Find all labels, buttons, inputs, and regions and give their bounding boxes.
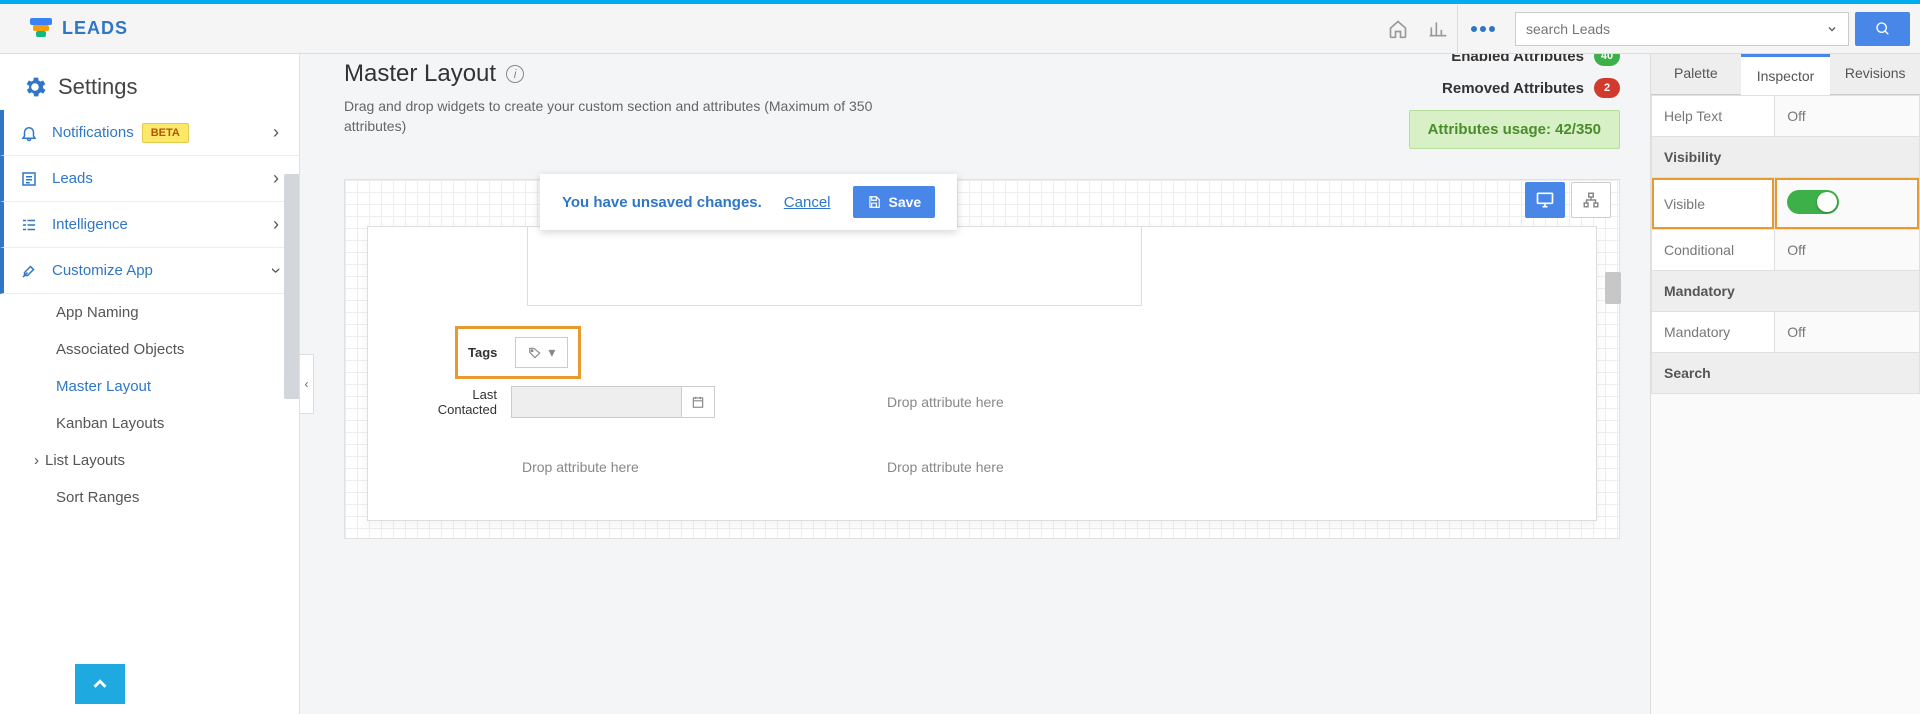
chevron-right-icon: › — [273, 122, 279, 143]
funnel-logo-icon — [30, 18, 52, 40]
form-icon — [20, 170, 38, 188]
calendar-icon — [691, 395, 705, 409]
prop-row-help-text: Help Text Off — [1652, 96, 1920, 137]
tab-palette[interactable]: Palette — [1651, 54, 1741, 95]
bell-icon — [20, 124, 38, 142]
more-menu-icon[interactable] — [1457, 5, 1507, 53]
chevron-right-icon: › — [273, 168, 279, 189]
removed-count-badge: 2 — [1594, 78, 1620, 98]
caret-down-icon: ▾ — [548, 344, 555, 361]
tags-dropdown[interactable]: ▾ — [515, 337, 568, 368]
prop-row-visible[interactable]: Visible — [1652, 178, 1920, 230]
save-button[interactable]: Save — [853, 186, 936, 218]
sidebar-item-label: Intelligence — [52, 216, 128, 233]
sidebar-item-customize-app[interactable]: Customize App › — [0, 248, 299, 294]
app-title: LEADS — [62, 18, 128, 39]
content-area: Master Layout i Drag and drop widgets to… — [314, 54, 1650, 714]
enabled-attributes-row: Enabled Attributes 40 — [1409, 54, 1620, 66]
drop-zone[interactable]: Drop attribute here — [522, 459, 639, 475]
settings-title: Settings — [58, 74, 138, 100]
unsaved-toolbar: You have unsaved changes. Cancel Save — [540, 174, 957, 230]
last-contacted-label: Last Contacted — [413, 387, 497, 417]
sitemap-icon — [1582, 191, 1600, 209]
info-icon[interactable]: i — [506, 65, 524, 83]
visible-toggle[interactable] — [1787, 190, 1839, 214]
prop-row-conditional: Conditional Off — [1652, 230, 1920, 271]
canvas-block[interactable] — [527, 226, 1142, 306]
search-button[interactable] — [1855, 12, 1910, 46]
sidebar-collapse-handle[interactable]: ‹ — [300, 354, 314, 414]
last-contacted-attribute[interactable]: Last Contacted — [413, 386, 715, 418]
home-icon[interactable] — [1377, 5, 1417, 53]
tab-revisions[interactable]: Revisions — [1830, 54, 1920, 95]
page-description: Drag and drop widgets to create your cus… — [344, 96, 874, 137]
list-icon — [20, 216, 38, 234]
sidebar-sub-associated-objects[interactable]: Associated Objects — [0, 331, 299, 368]
tags-attribute[interactable]: Tags ▾ — [455, 326, 581, 379]
sidebar-sub-sort-ranges[interactable]: Sort Ranges — [0, 479, 299, 516]
sidebar: Settings Notifications BETA › Leads › In… — [0, 54, 300, 714]
settings-header: Settings — [0, 64, 299, 110]
inner-canvas[interactable]: Tags ▾ Last Contacted Drop attribute her… — [367, 226, 1597, 521]
sidebar-item-label: Customize App — [52, 262, 153, 279]
monitor-icon — [1535, 190, 1555, 210]
right-panel: Palette Inspector Revisions Help Text Of… — [1650, 54, 1920, 714]
tools-icon — [20, 262, 38, 280]
prop-section-visibility: Visibility — [1652, 137, 1920, 178]
prop-section-mandatory: Mandatory — [1652, 271, 1920, 312]
beta-badge: BETA — [142, 123, 189, 143]
sidebar-item-label: Notifications — [52, 124, 134, 141]
drop-zone[interactable]: Drop attribute here — [887, 394, 1004, 410]
sidebar-item-intelligence[interactable]: Intelligence › — [0, 202, 299, 248]
prop-row-mandatory: Mandatory Off — [1652, 312, 1920, 353]
gear-icon — [22, 74, 48, 100]
page-title: Master Layout — [344, 60, 496, 88]
scroll-up-button[interactable] — [75, 664, 125, 704]
sidebar-sub-app-naming[interactable]: App Naming — [0, 294, 299, 331]
sidebar-sub-master-layout[interactable]: Master Layout — [0, 368, 299, 405]
tree-view-button[interactable] — [1571, 182, 1611, 218]
sidebar-sub-kanban-layouts[interactable]: Kanban Layouts — [0, 405, 299, 442]
unsaved-message: You have unsaved changes. — [562, 194, 762, 211]
save-button-label: Save — [889, 194, 922, 210]
search-dropdown-button[interactable] — [1815, 12, 1849, 46]
layout-canvas[interactable]: You have unsaved changes. Cancel Save — [344, 179, 1620, 539]
sidebar-item-notifications[interactable]: Notifications BETA › — [0, 110, 299, 156]
canvas-scrollbar[interactable] — [1605, 272, 1621, 304]
tags-label: Tags — [468, 345, 497, 360]
removed-attributes-row: Removed Attributes 2 — [1409, 78, 1620, 98]
sidebar-item-leads[interactable]: Leads › — [0, 156, 299, 202]
chevron-right-icon: › — [34, 452, 39, 469]
desktop-view-button[interactable] — [1525, 182, 1565, 218]
header: LEADS — [0, 4, 1920, 54]
prop-section-search: Search — [1652, 353, 1920, 394]
sidebar-scrollbar[interactable] — [284, 174, 300, 399]
last-contacted-input[interactable] — [511, 386, 681, 418]
save-icon — [867, 195, 881, 209]
calendar-button[interactable] — [681, 386, 715, 418]
chevron-right-icon: › — [273, 214, 279, 235]
enabled-count-badge: 40 — [1594, 54, 1620, 66]
tab-inspector[interactable]: Inspector — [1741, 54, 1831, 95]
attributes-usage-box: Attributes usage: 42/350 — [1409, 110, 1620, 149]
chart-icon[interactable] — [1417, 5, 1457, 53]
cancel-link[interactable]: Cancel — [784, 194, 831, 211]
inspector-properties: Help Text Off Visibility Visible Conditi… — [1651, 95, 1920, 394]
drop-zone[interactable]: Drop attribute here — [887, 459, 1004, 475]
chevron-up-icon — [89, 673, 111, 695]
sidebar-sub-list-layouts[interactable]: ›List Layouts — [0, 442, 299, 479]
tag-icon — [528, 346, 542, 360]
search-input[interactable] — [1515, 12, 1815, 46]
sidebar-item-label: Leads — [52, 170, 93, 187]
